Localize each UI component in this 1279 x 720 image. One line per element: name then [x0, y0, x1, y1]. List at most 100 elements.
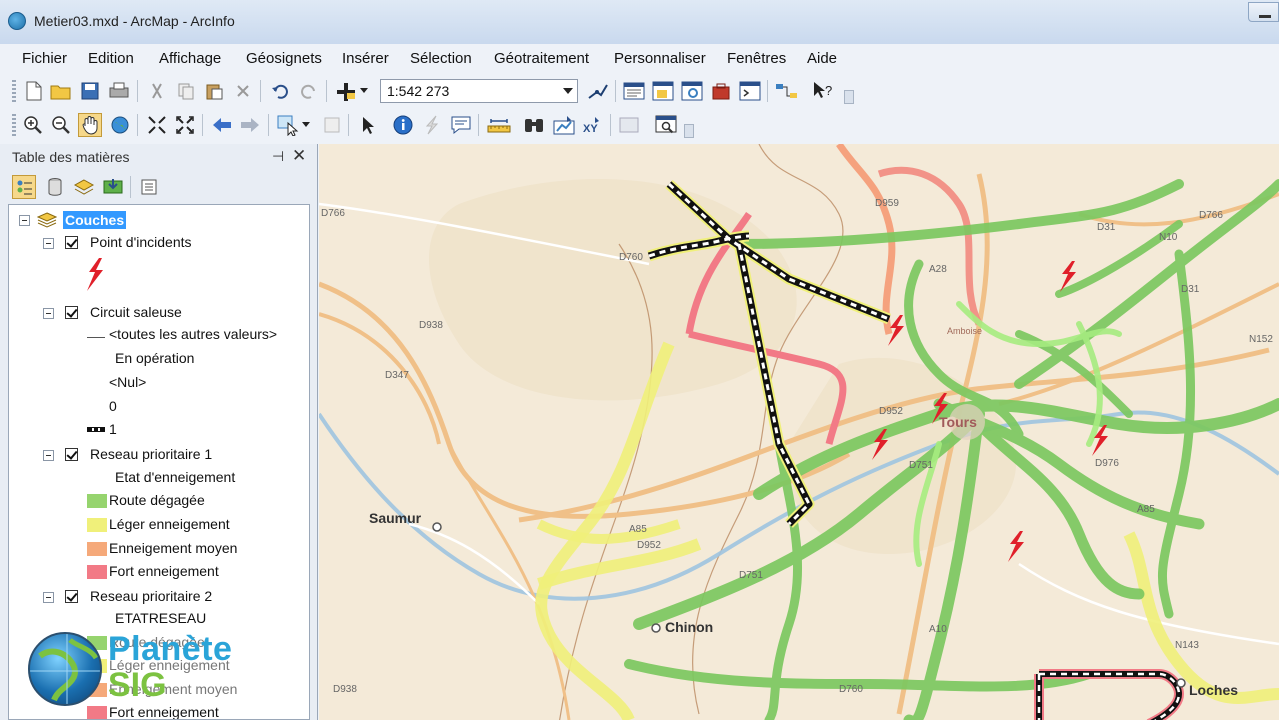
toolbar-grip[interactable]: [12, 114, 16, 136]
find-route-icon[interactable]: [552, 113, 576, 137]
incident-lightning-icon[interactable]: [1057, 260, 1079, 294]
collapse-icon[interactable]: [19, 215, 30, 226]
collapse-icon[interactable]: [43, 450, 54, 461]
select-features-icon[interactable]: [276, 113, 300, 137]
close-icon[interactable]: ✕: [292, 146, 306, 166]
html-popup-icon[interactable]: [449, 113, 473, 137]
toolbar-separator: [130, 176, 131, 198]
toc-title: Table des matières: [12, 149, 130, 165]
zoom-out-icon[interactable]: [49, 113, 73, 137]
layer-visibility-checkbox[interactable]: [65, 590, 78, 603]
menu-affichage[interactable]: Affichage: [159, 50, 221, 67]
python-window-icon[interactable]: [738, 79, 762, 103]
cut-icon[interactable]: [145, 79, 169, 103]
incident-lightning-icon[interactable]: [869, 428, 891, 462]
options-icon[interactable]: [137, 175, 161, 199]
measure-icon[interactable]: [487, 113, 511, 137]
menu-fichier[interactable]: Fichier: [22, 50, 67, 67]
map-canvas[interactable]: [319, 144, 1279, 720]
toolbar-overflow-icon[interactable]: [684, 124, 694, 138]
layer-visibility-checkbox[interactable]: [65, 236, 78, 249]
undo-icon[interactable]: [268, 79, 292, 103]
copy-icon[interactable]: [174, 79, 198, 103]
select-elements-arrow-icon[interactable]: [356, 113, 380, 137]
toc-window-icon[interactable]: [622, 79, 646, 103]
full-extent-globe-icon[interactable]: [108, 113, 132, 137]
add-data-dropdown-icon[interactable]: [358, 79, 370, 103]
search-window-icon[interactable]: [680, 79, 704, 103]
hyperlink-lightning-icon[interactable]: [420, 113, 444, 137]
arctoolbox-icon[interactable]: [709, 79, 733, 103]
toolbar-grip[interactable]: [12, 80, 16, 102]
menu-aide[interactable]: Aide: [807, 50, 837, 67]
time-slider-icon[interactable]: [617, 113, 641, 137]
modelbuilder-icon[interactable]: [775, 79, 799, 103]
catalog-window-icon[interactable]: [651, 79, 675, 103]
layer-visibility-checkbox[interactable]: [65, 448, 78, 461]
toolbar-separator: [767, 80, 768, 102]
menu-selection[interactable]: Sélection: [410, 50, 472, 67]
minimize-button[interactable]: [1248, 2, 1279, 22]
incident-lightning-icon[interactable]: [1005, 530, 1027, 564]
incident-lightning-icon[interactable]: [1089, 424, 1111, 458]
collapse-icon[interactable]: [43, 238, 54, 249]
layer-row-reseau-prioritaire-1[interactable]: Reseau prioritaire 1: [9, 444, 309, 466]
zoom-in-icon[interactable]: [21, 113, 45, 137]
toolbar-separator: [202, 114, 203, 136]
clear-selection-icon[interactable]: [320, 113, 344, 137]
identify-info-icon[interactable]: [391, 113, 415, 137]
layer-name[interactable]: Point d'incidents: [90, 234, 192, 250]
go-back-extent-icon[interactable]: [210, 113, 234, 137]
whats-this-help-icon[interactable]: ?: [811, 79, 835, 103]
toolbar-overflow-icon[interactable]: [844, 90, 854, 104]
layer-row-point-incidents[interactable]: Point d'incidents: [9, 232, 309, 254]
menu-edition[interactable]: Edition: [88, 50, 134, 67]
list-by-source-icon[interactable]: [43, 175, 67, 199]
collapse-icon[interactable]: [43, 592, 54, 603]
toc-root-label[interactable]: Couches: [63, 211, 127, 229]
map-view[interactable]: Saumur Chinon Tours Loches Amboise D766 …: [319, 144, 1279, 720]
toolbar-separator: [478, 114, 479, 136]
pan-hand-icon[interactable]: [78, 113, 102, 137]
road-label: D959: [875, 198, 899, 209]
editor-toolbar-icon[interactable]: [586, 79, 610, 103]
layer-name[interactable]: Reseau prioritaire 1: [90, 446, 212, 462]
layer-visibility-checkbox[interactable]: [65, 306, 78, 319]
go-to-xy-icon[interactable]: XY: [581, 113, 605, 137]
menu-personnaliser[interactable]: Personnaliser: [614, 50, 706, 67]
open-folder-icon[interactable]: [49, 79, 73, 103]
menu-fenetres[interactable]: Fenêtres: [727, 50, 786, 67]
fixed-zoom-out-icon[interactable]: [173, 113, 197, 137]
toc-toolbar: [0, 170, 318, 204]
menu-geosignets[interactable]: Géosignets: [246, 50, 322, 67]
auto-hide-pin-icon[interactable]: ⊣: [272, 148, 284, 165]
layer-row-reseau-prioritaire-2[interactable]: Reseau prioritaire 2: [9, 586, 309, 608]
collapse-icon[interactable]: [43, 308, 54, 319]
list-by-visibility-icon[interactable]: [72, 175, 96, 199]
layer-row-circuit-saleuse[interactable]: Circuit saleuse: [9, 302, 309, 324]
menu-inserer[interactable]: Insérer: [342, 50, 389, 67]
list-by-drawing-order-icon[interactable]: [12, 175, 36, 199]
paste-icon[interactable]: [202, 79, 226, 103]
redo-icon[interactable]: [297, 79, 321, 103]
print-icon[interactable]: [107, 79, 131, 103]
chevron-down-icon[interactable]: [563, 88, 573, 94]
road-label: D938: [333, 684, 357, 695]
select-dropdown-icon[interactable]: [300, 113, 312, 137]
create-viewer-window-icon[interactable]: [654, 113, 678, 137]
list-by-selection-icon[interactable]: [101, 175, 125, 199]
find-binoculars-icon[interactable]: [522, 113, 546, 137]
menu-geotraitement[interactable]: Géotraitement: [494, 50, 589, 67]
add-data-icon[interactable]: [334, 79, 358, 103]
new-document-icon[interactable]: [22, 79, 46, 103]
save-icon[interactable]: [78, 79, 102, 103]
toc-root-row[interactable]: Couches: [9, 209, 309, 231]
layer-name[interactable]: Circuit saleuse: [90, 304, 182, 320]
road-label: D952: [879, 406, 903, 417]
go-forward-extent-icon[interactable]: [238, 113, 262, 137]
incident-lightning-icon[interactable]: [885, 314, 907, 348]
layer-name[interactable]: Reseau prioritaire 2: [90, 588, 212, 604]
fixed-zoom-in-icon[interactable]: [145, 113, 169, 137]
delete-icon[interactable]: [231, 79, 255, 103]
map-scale-combobox[interactable]: 1:542 273: [380, 79, 578, 103]
